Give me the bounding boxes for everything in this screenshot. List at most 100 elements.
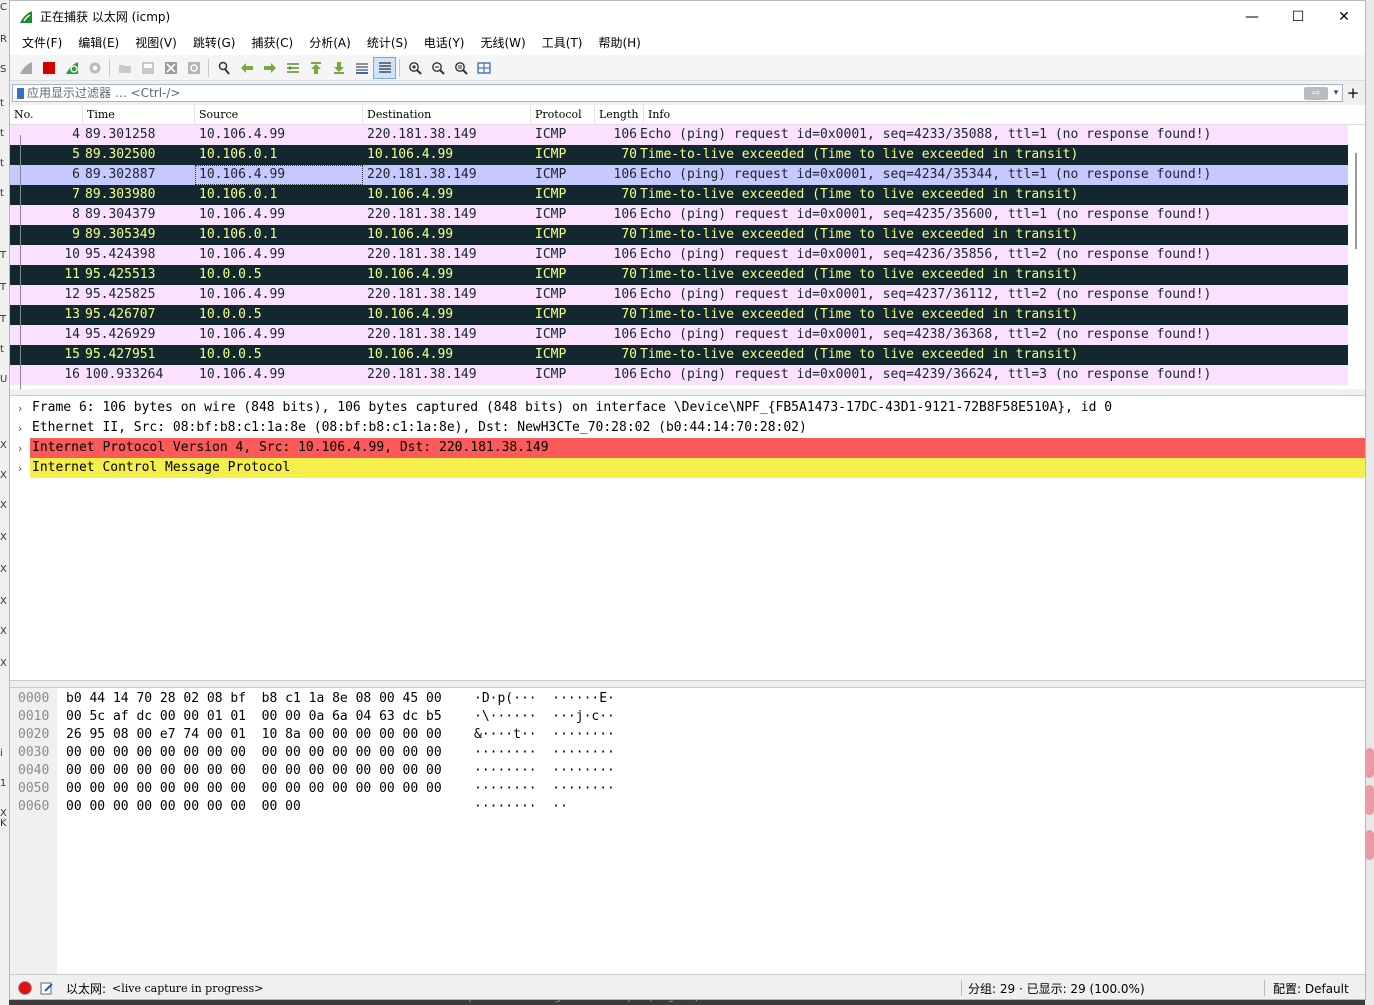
expand-chevron-icon[interactable]: › bbox=[10, 422, 30, 435]
packet-row[interactable]: 10 95.424398 10.106.4.99 220.181.38.149 ICMP… bbox=[10, 245, 1365, 265]
zoom-out-button[interactable] bbox=[426, 57, 449, 79]
capture-comment-icon[interactable] bbox=[40, 981, 54, 995]
packet-row[interactable]: 11 95.425513 10.0.0.5 10.106.4.99 ICMP 70 Time… bbox=[10, 265, 1365, 285]
hex-offset[interactable]: 0030 bbox=[18, 744, 49, 762]
packet-row[interactable]: 5 89.302500 10.106.0.1 10.106.4.99 ICMP 70 Tim… bbox=[10, 145, 1365, 165]
filter-history-dropdown[interactable]: ▾ bbox=[1330, 88, 1342, 98]
autoscroll-button[interactable] bbox=[350, 57, 373, 79]
start-capture-button[interactable] bbox=[14, 57, 37, 79]
detail-tree-item[interactable]: › Internet Control Message Protocol bbox=[10, 458, 1365, 478]
hex-ascii[interactable]: ········ ········ bbox=[474, 762, 615, 780]
menu-tools[interactable]: 工具(T) bbox=[534, 32, 591, 55]
last-packet-button[interactable] bbox=[327, 57, 350, 79]
menu-analyze[interactable]: 分析(A) bbox=[301, 32, 359, 55]
capture-status-icon[interactable] bbox=[18, 981, 32, 995]
expand-chevron-icon[interactable]: › bbox=[10, 442, 30, 455]
packet-row[interactable]: 6 89.302887 10.106.4.99 220.181.38.149 ICMP 1… bbox=[10, 165, 1365, 185]
column-header-info[interactable]: Info bbox=[644, 105, 1365, 124]
menu-file[interactable]: 文件(F) bbox=[14, 32, 70, 55]
filter-bookmark-button[interactable] bbox=[13, 85, 27, 101]
status-capture-state: <live capture in progress> bbox=[112, 981, 264, 995]
packet-row[interactable]: 16 100.933264 10.106.4.99 220.181.38.149 ICM… bbox=[10, 365, 1365, 385]
hex-bytes[interactable]: 26 95 08 00 e7 74 00 01 10 8a 00 00 00 0… bbox=[66, 726, 442, 744]
add-filter-button[interactable]: + bbox=[1343, 84, 1363, 102]
go-to-packet-button[interactable] bbox=[281, 57, 304, 79]
menu-view[interactable]: 视图(V) bbox=[127, 32, 185, 55]
hex-offset[interactable]: 0000 bbox=[18, 690, 49, 708]
menu-edit[interactable]: 编辑(E) bbox=[70, 32, 127, 55]
maximize-button[interactable]: ☐ bbox=[1275, 1, 1321, 32]
menu-help[interactable]: 帮助(H) bbox=[590, 32, 648, 55]
minimize-button[interactable]: — bbox=[1229, 1, 1275, 32]
packet-info: Echo (ping) request id=0x0001, seq=4239/… bbox=[640, 367, 1212, 382]
menu-capture[interactable]: 捕获(C) bbox=[243, 32, 301, 55]
menu-go[interactable]: 跳转(G) bbox=[185, 32, 244, 55]
hex-bytes[interactable]: 00 00 00 00 00 00 00 00 00 00 00 00 00 0… bbox=[66, 744, 442, 762]
hex-offset[interactable]: 0020 bbox=[18, 726, 49, 744]
packet-length: 106 bbox=[613, 327, 637, 342]
column-header-protocol[interactable]: Protocol bbox=[531, 105, 595, 124]
hex-ascii[interactable]: ·D·p(··· ······E· bbox=[474, 690, 615, 708]
packet-list-scrollbar[interactable] bbox=[1348, 125, 1365, 389]
packet-row[interactable]: 8 89.304379 10.106.4.99 220.181.38.149 ICMP 1… bbox=[10, 205, 1365, 225]
hex-bytes[interactable]: b0 44 14 70 28 02 08 bf b8 c1 1a 8e 08 0… bbox=[66, 690, 442, 708]
find-packet-button[interactable] bbox=[212, 57, 235, 79]
packet-length: 106 bbox=[613, 167, 637, 182]
hex-ascii[interactable]: &····t·· ········ bbox=[474, 726, 615, 744]
packet-row[interactable]: 9 89.305349 10.106.0.1 10.106.4.99 ICMP 70 Tim… bbox=[10, 225, 1365, 245]
close-file-button[interactable] bbox=[159, 57, 182, 79]
menu-wireless[interactable]: 无线(W) bbox=[473, 32, 534, 55]
status-profile[interactable]: 配置: Default bbox=[1273, 980, 1355, 997]
hex-ascii[interactable]: ········ ········ bbox=[474, 744, 615, 762]
display-filter-input[interactable] bbox=[27, 85, 1304, 101]
packet-row[interactable]: 14 95.426929 10.106.4.99 220.181.38.149 ICMP… bbox=[10, 325, 1365, 345]
hex-bytes[interactable]: 00 00 00 00 00 00 00 00 00 00 bbox=[66, 798, 301, 816]
stop-capture-button[interactable] bbox=[37, 57, 60, 79]
capture-options-button[interactable] bbox=[83, 57, 106, 79]
packet-destination: 10.106.4.99 bbox=[367, 267, 454, 282]
hex-bytes[interactable]: 00 00 00 00 00 00 00 00 00 00 00 00 00 0… bbox=[66, 780, 442, 798]
packet-row[interactable]: 13 95.426707 10.0.0.5 10.106.4.99 ICMP 70 Time… bbox=[10, 305, 1365, 325]
detail-tree-item[interactable]: › Internet Protocol Version 4, Src: 10.10… bbox=[10, 438, 1365, 458]
scrollbar-thumb[interactable] bbox=[1355, 153, 1357, 249]
packet-row[interactable]: 7 89.303980 10.106.0.1 10.106.4.99 ICMP 70 Tim… bbox=[10, 185, 1365, 205]
packet-row[interactable]: 12 95.425825 10.106.4.99 220.181.38.149 ICMP… bbox=[10, 285, 1365, 305]
detail-tree-item[interactable]: › Ethernet II, Src: 08:bf:b8:c1:1a:8e (08… bbox=[10, 418, 1365, 438]
column-header-time[interactable]: Time bbox=[83, 105, 195, 124]
zoom-reset-button[interactable] bbox=[449, 57, 472, 79]
hex-offset[interactable]: 0050 bbox=[18, 780, 49, 798]
hex-ascii[interactable]: ·\······ ···j·c·· bbox=[474, 708, 615, 726]
hex-bytes[interactable]: 00 00 00 00 00 00 00 00 00 00 00 00 00 0… bbox=[66, 762, 442, 780]
hex-ascii[interactable]: ········ ·· bbox=[474, 798, 568, 816]
restart-capture-button[interactable] bbox=[60, 57, 83, 79]
menu-telephony[interactable]: 电话(Y) bbox=[416, 32, 473, 55]
open-file-button[interactable] bbox=[113, 57, 136, 79]
hex-offset[interactable]: 0010 bbox=[18, 708, 49, 726]
go-back-button[interactable] bbox=[235, 57, 258, 79]
apply-filter-button[interactable]: ⇨ bbox=[1304, 86, 1328, 100]
packet-source: 10.106.4.99 bbox=[199, 287, 286, 302]
reload-file-button[interactable] bbox=[182, 57, 205, 79]
column-header-source[interactable]: Source bbox=[195, 105, 363, 124]
packet-row[interactable]: 15 95.427951 10.0.0.5 10.106.4.99 ICMP 70 Time… bbox=[10, 345, 1365, 365]
menu-statistics[interactable]: 统计(S) bbox=[359, 32, 416, 55]
resize-columns-button[interactable] bbox=[472, 57, 495, 79]
packet-row[interactable]: 4 89.301258 10.106.4.99 220.181.38.149 ICMP 1… bbox=[10, 125, 1365, 145]
hex-offset[interactable]: 0060 bbox=[18, 798, 49, 816]
hex-ascii[interactable]: ········ ········ bbox=[474, 780, 615, 798]
first-packet-button[interactable] bbox=[304, 57, 327, 79]
close-window-button[interactable]: ✕ bbox=[1321, 1, 1365, 32]
background-letter: X bbox=[0, 470, 7, 481]
column-header-destination[interactable]: Destination bbox=[363, 105, 531, 124]
expand-chevron-icon[interactable]: › bbox=[10, 402, 30, 415]
column-header-no[interactable]: No. bbox=[10, 105, 83, 124]
zoom-in-button[interactable] bbox=[403, 57, 426, 79]
expand-chevron-icon[interactable]: › bbox=[10, 462, 30, 475]
hex-bytes[interactable]: 00 5c af dc 00 00 01 01 00 00 0a 6a 04 6… bbox=[66, 708, 442, 726]
column-header-length[interactable]: Length bbox=[595, 105, 644, 124]
colorize-button[interactable] bbox=[373, 56, 396, 79]
go-forward-button[interactable] bbox=[258, 57, 281, 79]
detail-tree-item[interactable]: › Frame 6: 106 bytes on wire (848 bits), … bbox=[10, 398, 1365, 418]
save-file-button[interactable] bbox=[136, 57, 159, 79]
hex-offset[interactable]: 0040 bbox=[18, 762, 49, 780]
